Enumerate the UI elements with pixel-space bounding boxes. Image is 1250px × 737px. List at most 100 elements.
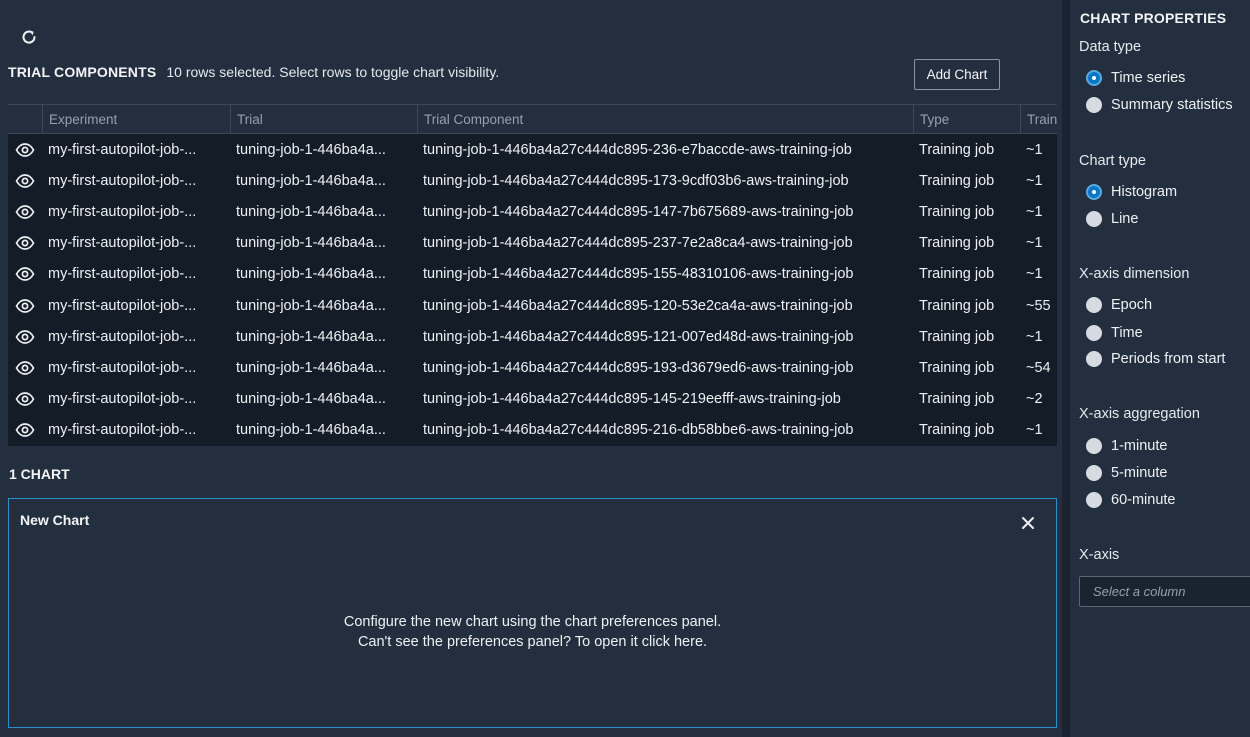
radio-icon <box>1086 351 1102 367</box>
trial-components-table: Experiment Trial Trial Component Type Tr… <box>8 104 1057 446</box>
x-axis-label: X-axis <box>1079 547 1120 563</box>
cell-type: Training job <box>919 297 995 314</box>
cell-type: Training job <box>919 391 995 408</box>
cell-experiment: my-first-autopilot-job-... <box>48 359 197 376</box>
table-row[interactable]: my-first-autopilot-job-... tuning-job-1-4… <box>8 290 1057 321</box>
trial-components-header: TRIAL COMPONENTS 10 rows selected. Selec… <box>8 64 499 80</box>
cell-trial-component: tuning-job-1-446ba4a27c444dc895-236-e7ba… <box>423 141 852 158</box>
column-header-experiment[interactable]: Experiment <box>42 105 230 133</box>
radio-icon <box>1086 297 1102 313</box>
radio-label: 1-minute <box>1111 438 1168 454</box>
cell-trial-component: tuning-job-1-446ba4a27c444dc895-237-7e2a… <box>423 235 853 252</box>
cell-experiment: my-first-autopilot-job-... <box>48 141 197 158</box>
cell-type: Training job <box>919 141 995 158</box>
chart-properties-title: CHART PROPERTIES <box>1080 10 1227 26</box>
table-row[interactable]: my-first-autopilot-job-... tuning-job-1-4… <box>8 352 1057 383</box>
table-row[interactable]: my-first-autopilot-job-... tuning-job-1-4… <box>8 134 1057 165</box>
radio-time[interactable]: Time <box>1086 325 1143 341</box>
cell-experiment: my-first-autopilot-job-... <box>48 328 197 345</box>
radio-histogram[interactable]: Histogram <box>1086 184 1177 200</box>
cell-type: Training job <box>919 266 995 283</box>
cell-train: ~1 <box>1026 235 1043 252</box>
cell-train: ~1 <box>1026 203 1043 220</box>
table-row[interactable]: my-first-autopilot-job-... tuning-job-1-4… <box>8 196 1057 227</box>
eye-icon[interactable] <box>8 267 42 282</box>
column-header-visibility <box>8 105 42 133</box>
eye-icon[interactable] <box>8 392 42 406</box>
panel-divider[interactable] <box>1062 0 1070 737</box>
radio-5-minute[interactable]: 5-minute <box>1086 465 1167 481</box>
main-content: TRIAL COMPONENTS 10 rows selected. Selec… <box>0 0 1062 737</box>
radio-periods-from-start[interactable]: Periods from start <box>1086 351 1225 367</box>
column-header-trial-component[interactable]: Trial Component <box>417 105 913 133</box>
cell-trial: tuning-job-1-446ba4a... <box>236 422 386 439</box>
cell-experiment: my-first-autopilot-job-... <box>48 266 197 283</box>
eye-icon[interactable] <box>8 142 42 157</box>
cell-trial: tuning-job-1-446ba4a... <box>236 266 386 283</box>
cell-type: Training job <box>919 172 995 189</box>
cell-trial-component: tuning-job-1-446ba4a27c444dc895-120-53e2… <box>423 297 853 314</box>
chart-empty-message[interactable]: Configure the new chart using the chart … <box>9 612 1056 652</box>
cell-trial: tuning-job-1-446ba4a... <box>236 391 386 408</box>
cell-type: Training job <box>919 359 995 376</box>
table-row[interactable]: my-first-autopilot-job-... tuning-job-1-4… <box>8 415 1057 446</box>
eye-icon[interactable] <box>8 298 42 313</box>
cell-trial-component: tuning-job-1-446ba4a27c444dc895-155-4831… <box>423 266 854 283</box>
radio-label: 60-minute <box>1111 492 1176 508</box>
cell-type: Training job <box>919 422 995 439</box>
chart-type-label: Chart type <box>1079 153 1146 169</box>
selection-status: 10 rows selected. Select rows to toggle … <box>166 64 500 80</box>
column-header-type[interactable]: Type <box>913 105 1020 133</box>
radio-60-minute[interactable]: 60-minute <box>1086 492 1175 508</box>
add-chart-button[interactable]: Add Chart <box>914 59 1000 90</box>
radio-icon <box>1086 325 1102 341</box>
eye-icon[interactable] <box>8 236 42 251</box>
radio-label: Time series <box>1111 70 1186 86</box>
cell-type: Training job <box>919 203 995 220</box>
x-axis-select[interactable]: Select a column <box>1079 576 1250 607</box>
eye-icon[interactable] <box>8 361 42 375</box>
radio-icon <box>1086 465 1102 481</box>
cell-train: ~1 <box>1026 422 1043 439</box>
refresh-icon[interactable] <box>18 26 40 48</box>
table-row[interactable]: my-first-autopilot-job-... tuning-job-1-4… <box>8 384 1057 415</box>
cell-experiment: my-first-autopilot-job-... <box>48 203 197 220</box>
chart-message-line-2[interactable]: Can't see the preferences panel? To open… <box>9 632 1056 652</box>
table-body: my-first-autopilot-job-... tuning-job-1-4… <box>8 134 1057 446</box>
cell-trial: tuning-job-1-446ba4a... <box>236 359 386 376</box>
table-row[interactable]: my-first-autopilot-job-... tuning-job-1-4… <box>8 165 1057 196</box>
cell-experiment: my-first-autopilot-job-... <box>48 172 197 189</box>
table-header: Experiment Trial Trial Component Type Tr… <box>8 104 1057 134</box>
cell-trial-component: tuning-job-1-446ba4a27c444dc895-193-d367… <box>423 359 854 376</box>
cell-trial-component: tuning-job-1-446ba4a27c444dc895-121-007e… <box>423 328 854 345</box>
cell-experiment: my-first-autopilot-job-... <box>48 422 197 439</box>
close-icon[interactable] <box>1020 515 1036 531</box>
eye-icon[interactable] <box>8 329 42 344</box>
radio-epoch[interactable]: Epoch <box>1086 297 1152 313</box>
cell-train: ~1 <box>1026 141 1043 158</box>
eye-icon[interactable] <box>8 423 42 438</box>
eye-icon[interactable] <box>8 173 42 188</box>
chart-panel: New Chart Configure the new chart using … <box>8 498 1057 728</box>
chart-message-line-1: Configure the new chart using the chart … <box>343 614 722 630</box>
radio-line[interactable]: Line <box>1086 211 1138 227</box>
radio-time-series[interactable]: Time series <box>1086 70 1185 86</box>
data-type-label: Data type <box>1079 39 1142 55</box>
table-row[interactable]: my-first-autopilot-job-... tuning-job-1-4… <box>8 259 1057 290</box>
radio-icon <box>1086 97 1102 113</box>
radio-1-minute[interactable]: 1-minute <box>1086 438 1167 454</box>
cell-trial-component: tuning-job-1-446ba4a27c444dc895-173-9cdf… <box>423 172 849 189</box>
cell-train: ~1 <box>1026 172 1043 189</box>
column-header-train[interactable]: Train <box>1020 105 1057 133</box>
cell-train: ~54 <box>1026 359 1051 376</box>
cell-experiment: my-first-autopilot-job-... <box>48 235 197 252</box>
radio-label: Line <box>1111 211 1139 227</box>
column-header-trial[interactable]: Trial <box>230 105 417 133</box>
cell-trial: tuning-job-1-446ba4a... <box>236 203 386 220</box>
radio-summary-statistics[interactable]: Summary statistics <box>1086 97 1233 113</box>
cell-experiment: my-first-autopilot-job-... <box>48 391 197 408</box>
table-row[interactable]: my-first-autopilot-job-... tuning-job-1-4… <box>8 321 1057 352</box>
table-row[interactable]: my-first-autopilot-job-... tuning-job-1-4… <box>8 228 1057 259</box>
eye-icon[interactable] <box>8 205 42 219</box>
cell-train: ~2 <box>1026 391 1043 408</box>
